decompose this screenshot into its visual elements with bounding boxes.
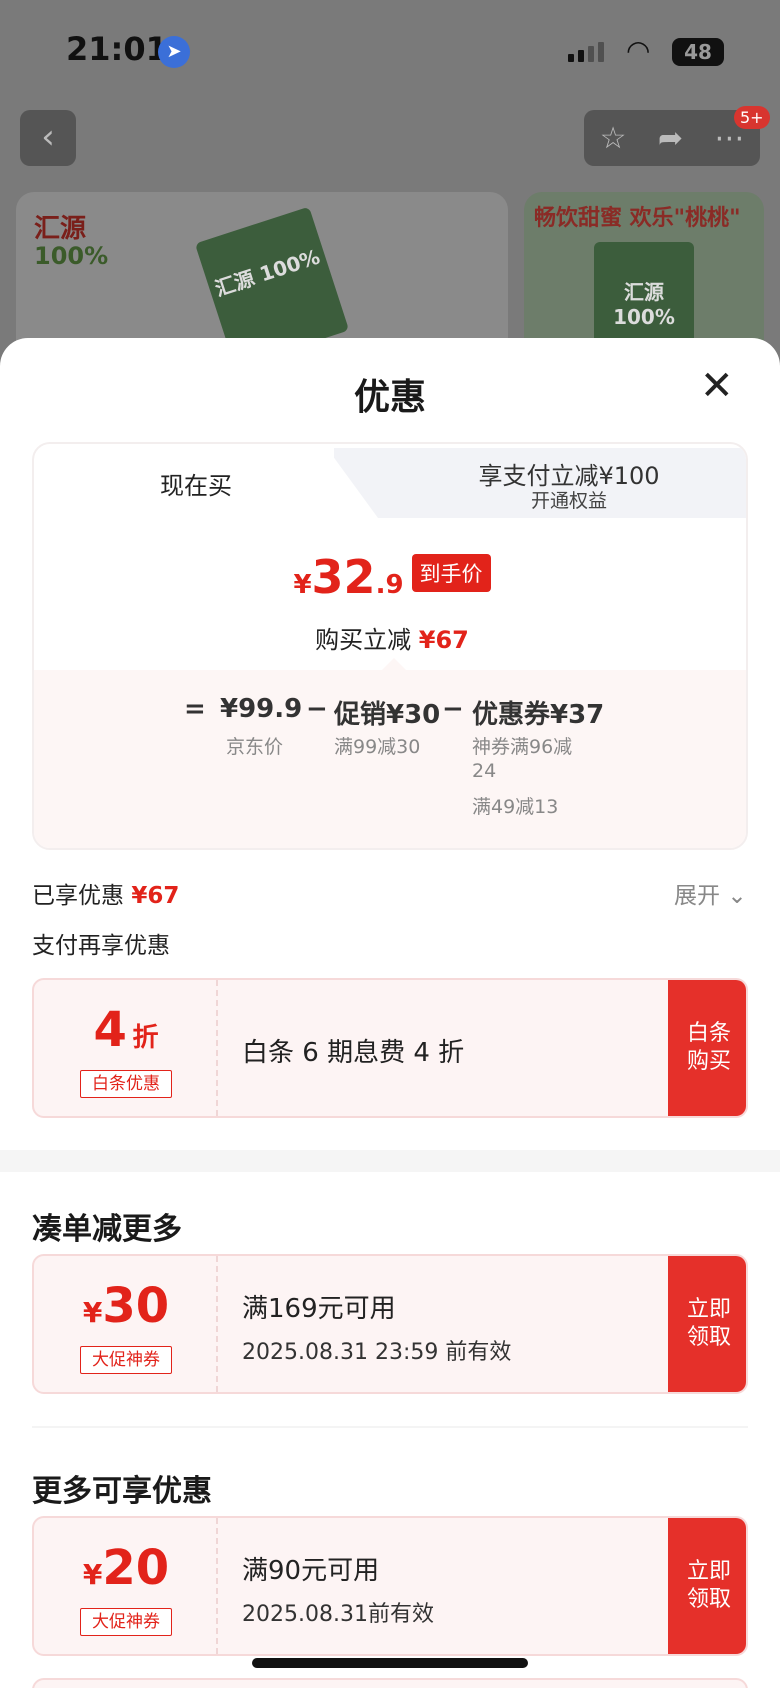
- coupon-rule-1-cont: 24: [472, 760, 497, 782]
- purchase-cut-label: 购买立减: [315, 626, 412, 654]
- expand-toggle[interactable]: 展开 ⌄: [674, 876, 747, 910]
- coupon-amount: 优惠券¥37: [472, 700, 605, 730]
- coupon-expiry: 2025.08.31 23:59 前有效: [242, 1340, 512, 1365]
- baitiao-buy-button[interactable]: 白条 购买: [668, 980, 746, 1116]
- chevron-left-icon: ‹: [41, 117, 55, 157]
- coupon-amount: 20: [102, 1540, 170, 1596]
- location-arrow-icon: ➤: [158, 36, 190, 68]
- coupon-card: ¥20 大促神券 满90元可用 2025.08.31前有效 立即 领取: [32, 1516, 748, 1656]
- price-breakdown: = ¥99.9 京东价 − 促销¥30 满99减30 − 优惠券¥37 神券满9…: [34, 670, 746, 848]
- status-time: 21:01: [66, 30, 168, 68]
- section-divider: [0, 1150, 780, 1172]
- tab-pay-subtitle: 开通权益: [530, 490, 607, 512]
- coupon-tag: 大促神券: [80, 1608, 172, 1636]
- coupon-condition: 满169元可用: [242, 1294, 396, 1324]
- baitiao-amount: 4: [93, 1002, 127, 1058]
- sheet-title: 优惠: [353, 377, 426, 418]
- jd-price: ¥99.9: [220, 694, 303, 724]
- price-card: 现在买 享支付立减¥100 开通权益 ¥32.9 到手价 购买立减 ¥67 = ¥…: [32, 442, 748, 850]
- section-title-combine: 凑单减更多: [32, 1212, 182, 1247]
- baitiao-value: 4 折 白条优惠: [34, 980, 218, 1116]
- price-currency: ¥: [293, 570, 312, 600]
- coupon-amount: 30: [102, 1278, 170, 1334]
- promo-rule: 满99减30: [334, 736, 421, 758]
- final-price-tag: 到手价: [411, 554, 491, 592]
- chevron-down-icon: ⌄: [727, 883, 747, 909]
- coupon-rule-2: 满49减13: [472, 796, 559, 818]
- section-title-more: 更多可享优惠: [32, 1474, 212, 1509]
- banner-slogan: 畅饮甜蜜 欢乐"桃桃": [534, 206, 741, 231]
- discount-sheet: 优惠 ✕ 现在买 享支付立减¥100 开通权益 ¥32.9 到手价 购买立减 ¥6…: [0, 338, 780, 1688]
- brand-percent: 100%: [34, 242, 109, 270]
- home-indicator[interactable]: [252, 1658, 528, 1668]
- claim-coupon-button[interactable]: 立即 领取: [668, 1256, 746, 1392]
- coupon-currency: ¥: [82, 1296, 103, 1329]
- final-price: ¥32.9 到手价: [34, 550, 746, 604]
- cellular-signal-icon: [568, 42, 604, 62]
- baitiao-tag: 白条优惠: [80, 1070, 172, 1098]
- jd-price-label: 京东价: [226, 736, 284, 758]
- formula-equals: =: [184, 694, 206, 724]
- coupon-currency: ¥: [82, 1558, 103, 1591]
- price-integer: 32: [311, 550, 376, 604]
- coupon-value: ¥30 大促神券: [34, 1256, 218, 1392]
- baitiao-desc: 白条 6 期息费 4 折: [242, 1038, 465, 1068]
- expand-label: 展开: [674, 883, 720, 909]
- status-bar: 21:01 ➤ ◠ 48: [0, 0, 780, 100]
- wifi-icon: ◠: [626, 34, 651, 67]
- purchase-cut-value: ¥67: [418, 626, 469, 654]
- message-badge: 5+: [734, 106, 770, 129]
- tab-buy-now-label: 现在买: [160, 472, 232, 500]
- purchase-cut: 购买立减 ¥67: [34, 620, 746, 655]
- brand-logo: 汇源: [34, 214, 87, 244]
- battery-icon: 48: [672, 38, 724, 66]
- formula-minus: −: [442, 694, 464, 724]
- coupon-value: ¥20 大促神券: [34, 1518, 218, 1654]
- enjoyed-label: 已享优惠: [32, 883, 124, 909]
- back-button[interactable]: ‹: [20, 110, 76, 166]
- close-icon[interactable]: ✕: [700, 366, 734, 406]
- baitiao-offer: 4 折 白条优惠 白条 6 期息费 4 折 白条 购买: [32, 978, 748, 1118]
- coupon-card: ¥30 大促神券 满169元可用 2025.08.31 23:59 前有效 立即…: [32, 1254, 748, 1394]
- price-decimal: .9: [375, 570, 404, 600]
- calc-pointer: [382, 658, 406, 670]
- price-tabs: 现在买 享支付立减¥100 开通权益: [34, 444, 746, 518]
- divider: [32, 1426, 748, 1428]
- pay-more-heading: 支付再享优惠: [32, 933, 170, 959]
- claim-coupon-button[interactable]: 立即 领取: [668, 1518, 746, 1654]
- coupon-rule-1: 神券满96减: [472, 736, 573, 758]
- baitiao-unit: 折: [132, 1023, 159, 1053]
- star-icon[interactable]: ☆: [600, 121, 627, 156]
- share-icon[interactable]: ➦: [658, 121, 683, 156]
- coupon-card-peek: [32, 1678, 748, 1688]
- coupon-tag: 大促神券: [80, 1346, 172, 1374]
- enjoyed-value: ¥67: [131, 883, 180, 909]
- coupon-expiry: 2025.08.31前有效: [242, 1602, 434, 1627]
- coupon-condition: 满90元可用: [242, 1556, 380, 1586]
- formula-minus: −: [306, 694, 328, 724]
- enjoyed-discount: 已享优惠 ¥67: [32, 876, 179, 910]
- promo-amount: 促销¥30: [334, 700, 441, 730]
